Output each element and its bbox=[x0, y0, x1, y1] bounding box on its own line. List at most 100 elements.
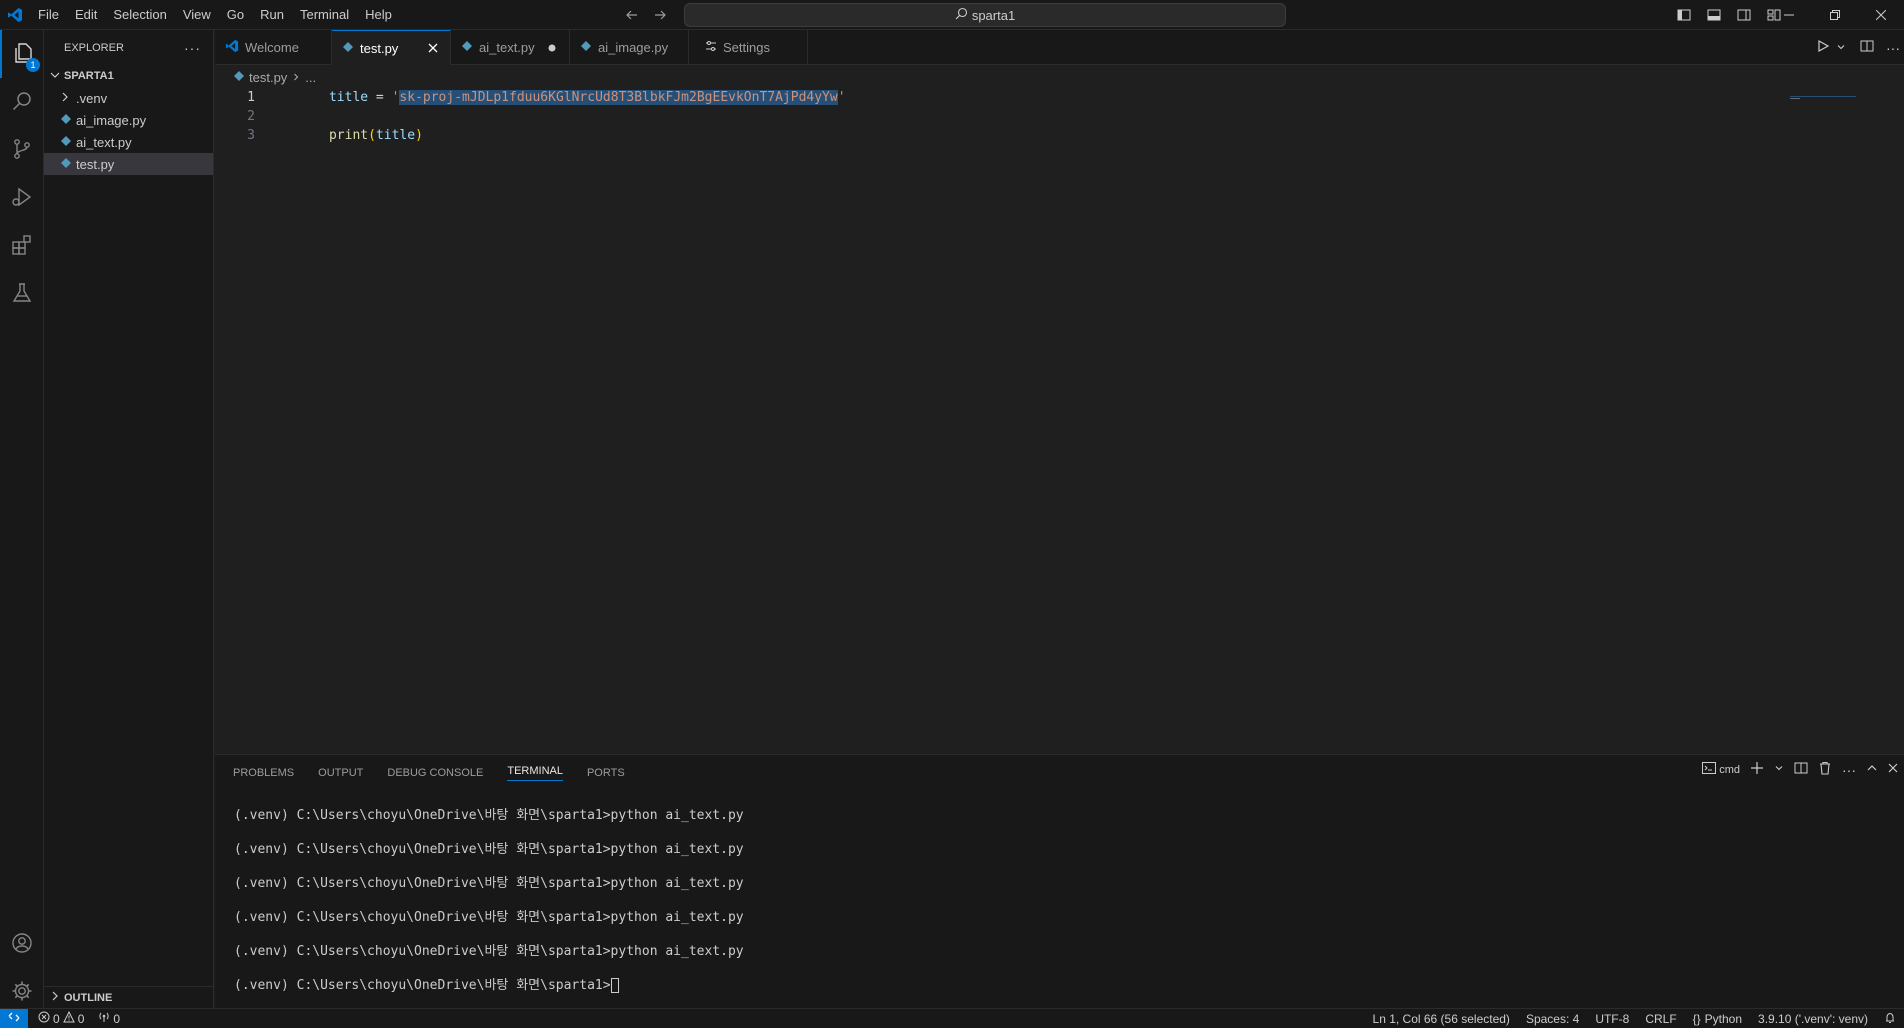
line-ending[interactable]: CRLF bbox=[1645, 1012, 1676, 1026]
tab-ai-text-py[interactable]: ai_text.py bbox=[451, 30, 570, 65]
search-activity[interactable] bbox=[0, 78, 44, 126]
python-file-icon bbox=[342, 41, 354, 56]
ports-status[interactable]: 0 bbox=[98, 1011, 120, 1026]
warning-count: 0 bbox=[77, 1011, 85, 1026]
string-quote: ' bbox=[837, 90, 846, 105]
run-debug-activity[interactable] bbox=[0, 174, 44, 222]
bottom-panel: PROBLEMS OUTPUT DEBUG CONSOLE TERMINAL P… bbox=[215, 754, 1904, 1008]
terminal-cursor bbox=[610, 978, 619, 993]
warning-icon bbox=[62, 1010, 75, 1026]
chevron-down-icon[interactable] bbox=[1774, 763, 1784, 776]
run-python-file-icon[interactable] bbox=[1816, 39, 1830, 56]
selected-string-token: sk-proj-mJDLp1fduu6KGlNrcUd8T3BlbkFJm2Bg… bbox=[399, 90, 838, 105]
source-control-activity[interactable] bbox=[0, 126, 44, 174]
close-window-icon[interactable] bbox=[1858, 0, 1904, 30]
more-actions-icon[interactable]: ··· bbox=[184, 40, 201, 56]
tab-label: Settings bbox=[723, 40, 770, 55]
tab-label: Welcome bbox=[245, 40, 299, 55]
toggle-primary-sidebar-icon[interactable] bbox=[1672, 3, 1696, 27]
line-number: 1 bbox=[247, 90, 255, 105]
terminal-line: (.venv) C:\Users\choyu\OneDrive\바탕 화면\sp… bbox=[234, 808, 744, 823]
panel-tab-output[interactable]: OUTPUT bbox=[318, 767, 363, 779]
menu-edit[interactable]: Edit bbox=[67, 0, 105, 30]
outline-section-header[interactable]: OUTLINE bbox=[44, 986, 214, 1008]
back-arrow-icon[interactable] bbox=[622, 5, 642, 25]
settings-icon bbox=[705, 40, 717, 55]
panel-tab-terminal[interactable]: TERMINAL bbox=[507, 765, 563, 781]
menu-view[interactable]: View bbox=[175, 0, 219, 30]
chevron-right-icon bbox=[58, 90, 72, 107]
language-mode[interactable]: {} Python bbox=[1693, 1012, 1742, 1026]
indentation[interactable]: Spaces: 4 bbox=[1526, 1012, 1579, 1026]
terminal-line: (.venv) C:\Users\choyu\OneDrive\바탕 화면\sp… bbox=[234, 944, 744, 959]
more-actions-icon[interactable]: ··· bbox=[1842, 762, 1856, 778]
panel-tab-ports[interactable]: PORTS bbox=[587, 767, 625, 779]
menu-terminal[interactable]: Terminal bbox=[292, 0, 357, 30]
python-interpreter[interactable]: 3.9.10 ('.venv': venv) bbox=[1758, 1012, 1868, 1026]
menu-file[interactable]: File bbox=[30, 0, 67, 30]
code-line: 1 title = 'sk-proj-mJDLp1fduu6KGlNrcUd8T… bbox=[215, 88, 1815, 107]
minimap[interactable] bbox=[1790, 88, 1856, 99]
explorer-badge: 1 bbox=[26, 58, 40, 72]
paren-token: ) bbox=[415, 128, 423, 143]
split-editor-icon[interactable] bbox=[1860, 39, 1874, 56]
remote-icon bbox=[8, 1011, 20, 1026]
encoding[interactable]: UTF-8 bbox=[1595, 1012, 1629, 1026]
forward-arrow-icon[interactable] bbox=[650, 5, 670, 25]
chevron-down-icon[interactable] bbox=[1836, 40, 1846, 55]
tab-test-py[interactable]: test.py bbox=[332, 30, 451, 65]
tree-item-test[interactable]: test.py bbox=[44, 153, 213, 175]
tree-item-venv[interactable]: .venv bbox=[44, 87, 213, 109]
unsaved-dot-icon[interactable] bbox=[545, 40, 559, 56]
menu-bar: File Edit Selection View Go Run Terminal… bbox=[30, 0, 400, 30]
close-icon[interactable] bbox=[426, 40, 440, 56]
code-editor[interactable]: 1 title = 'sk-proj-mJDLp1fduu6KGlNrcUd8T… bbox=[215, 88, 1904, 753]
menu-selection[interactable]: Selection bbox=[105, 0, 174, 30]
new-terminal-icon[interactable] bbox=[1750, 761, 1764, 778]
folder-section-header[interactable]: SPARTA1 bbox=[44, 65, 213, 87]
more-actions-icon[interactable]: ··· bbox=[1886, 40, 1900, 56]
trash-icon[interactable] bbox=[1818, 761, 1832, 778]
explorer-activity[interactable]: 1 bbox=[0, 30, 44, 78]
tab-ai-image-py[interactable]: ai_image.py bbox=[570, 30, 689, 65]
menu-help[interactable]: Help bbox=[357, 0, 400, 30]
restore-icon[interactable] bbox=[1812, 0, 1858, 30]
maximize-panel-icon[interactable] bbox=[1866, 762, 1878, 777]
problems-status[interactable]: 0 0 bbox=[38, 1010, 85, 1026]
tree-item-label: ai_image.py bbox=[76, 112, 147, 128]
line-number: 2 bbox=[247, 109, 255, 124]
explorer-header: EXPLORER ··· bbox=[44, 30, 213, 65]
close-panel-icon[interactable] bbox=[1888, 763, 1898, 776]
split-terminal-icon[interactable] bbox=[1794, 761, 1808, 778]
cursor-position[interactable]: Ln 1, Col 66 (56 selected) bbox=[1373, 1012, 1510, 1026]
minimize-icon[interactable] bbox=[1766, 0, 1812, 30]
panel-tab-debug-console[interactable]: DEBUG CONSOLE bbox=[387, 767, 483, 779]
command-center-search[interactable]: sparta1 bbox=[684, 3, 1286, 27]
tab-welcome[interactable]: Welcome bbox=[215, 30, 332, 65]
terminal-shell-selector[interactable]: cmd bbox=[1702, 762, 1740, 777]
vscode-icon bbox=[225, 39, 239, 56]
toggle-panel-icon[interactable] bbox=[1702, 3, 1726, 27]
status-bar: 0 0 0 Ln 1, Col 66 (56 selected) Spaces:… bbox=[0, 1008, 1904, 1028]
tab-settings[interactable]: Settings bbox=[689, 30, 808, 65]
source-control-icon bbox=[10, 137, 34, 164]
terminal-output[interactable]: (.venv) C:\Users\choyu\OneDrive\바탕 화면\sp… bbox=[234, 799, 744, 1003]
terminal-prompt-line[interactable]: (.venv) C:\Users\choyu\OneDrive\바탕 화면\sp… bbox=[234, 969, 744, 1003]
remote-indicator[interactable] bbox=[0, 1008, 28, 1028]
testing-activity[interactable] bbox=[0, 270, 44, 318]
explorer-title: EXPLORER bbox=[64, 41, 124, 54]
beaker-icon bbox=[10, 281, 34, 308]
accounts-activity[interactable] bbox=[0, 920, 44, 968]
gear-icon bbox=[10, 979, 34, 1006]
toggle-secondary-sidebar-icon[interactable] bbox=[1732, 3, 1756, 27]
tree-item-ai-image[interactable]: ai_image.py bbox=[44, 109, 213, 131]
menu-go[interactable]: Go bbox=[219, 0, 252, 30]
bell-icon[interactable] bbox=[1884, 1012, 1896, 1027]
folder-name: SPARTA1 bbox=[64, 70, 114, 82]
title-bar: File Edit Selection View Go Run Terminal… bbox=[0, 0, 1904, 30]
chevron-down-icon bbox=[48, 68, 62, 85]
tree-item-ai-text[interactable]: ai_text.py bbox=[44, 131, 213, 153]
panel-tab-problems[interactable]: PROBLEMS bbox=[233, 767, 294, 779]
menu-run[interactable]: Run bbox=[252, 0, 292, 30]
extensions-activity[interactable] bbox=[0, 222, 44, 270]
